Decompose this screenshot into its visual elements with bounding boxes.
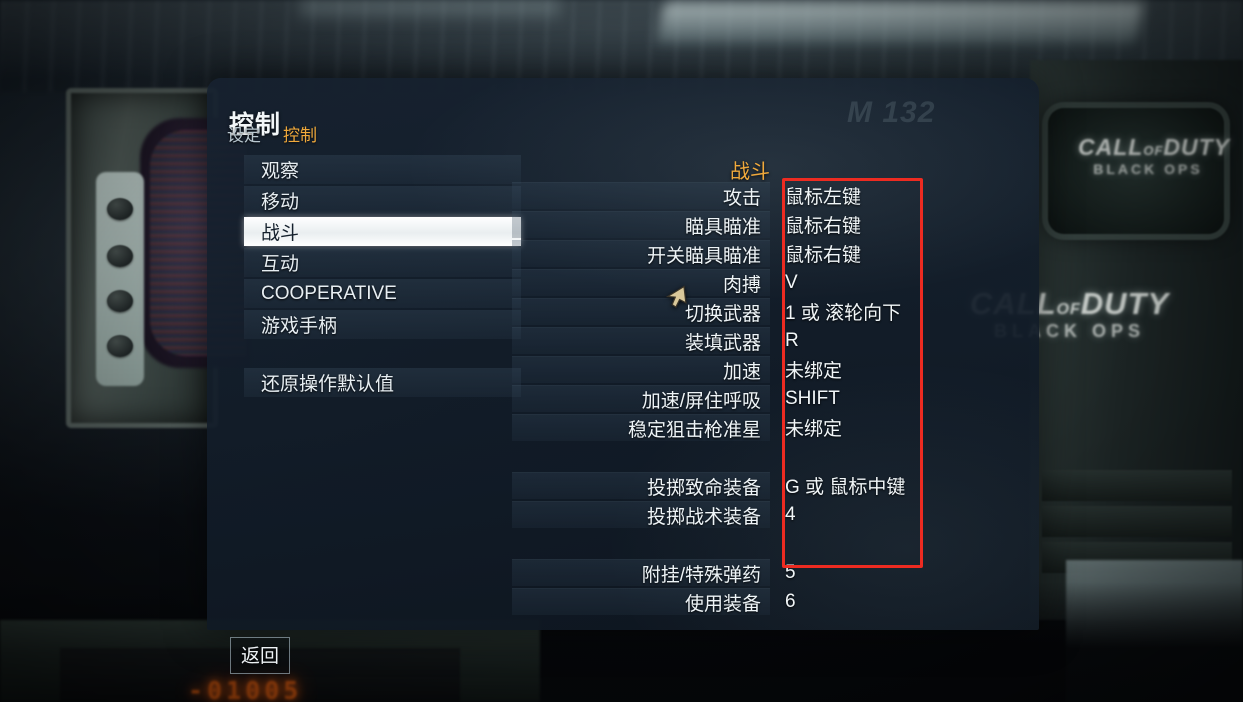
controls-menu-panel: M 132 控制 设定 控制 观察 移动 战斗 互动 COOPERATIVE 游… [207, 78, 1039, 630]
table-row[interactable]: 加速/屏住呼吸 [512, 385, 770, 412]
back-button[interactable]: 返回 [230, 637, 291, 674]
tab-bar: 设定 控制 [221, 120, 323, 147]
panel-ghost-tv-label: M 132 [847, 96, 936, 129]
cod-logo-top: CALLOFDUTY BLACK OPS [1078, 134, 1229, 177]
sidebar-item-gamepad[interactable]: 游戏手柄 [244, 310, 521, 339]
table-row[interactable]: 攻击 [512, 182, 770, 209]
key-binding-value[interactable]: 鼠标右键 [785, 211, 925, 238]
row-spacer [512, 443, 770, 470]
row-spacer [512, 530, 770, 557]
category-list: 观察 移动 战斗 互动 COOPERATIVE 游戏手柄 还原操作默认值 [244, 155, 521, 399]
tab-settings[interactable]: 设定 [221, 120, 267, 147]
sidebar-item-movement[interactable]: 移动 [244, 186, 521, 215]
table-row[interactable]: 开关瞄具瞄准 [512, 240, 770, 267]
table-row[interactable]: 稳定狙击枪准星 [512, 414, 770, 441]
key-binding-value[interactable]: 4 [785, 501, 925, 528]
key-binding-value[interactable]: R [785, 327, 925, 354]
table-row[interactable]: 投掷致命装备 [512, 472, 770, 499]
key-binding-value[interactable]: SHIFT [785, 385, 925, 412]
key-spacer [785, 443, 925, 470]
key-binding-value[interactable]: 5 [785, 559, 925, 586]
bindings-section-header: 战斗 [730, 161, 770, 183]
ceiling-light-secondary [300, 0, 560, 22]
cod-logo-top-call: CALL [1078, 134, 1144, 160]
sidebar-item-cooperative[interactable]: COOPERATIVE [244, 279, 521, 308]
sidebar-item-look[interactable]: 观察 [244, 155, 521, 184]
knob-1 [107, 198, 133, 220]
nixie-readout: -01005 [188, 676, 303, 702]
knob-4 [107, 335, 133, 357]
knob-2 [107, 245, 133, 267]
table-row[interactable]: 加速 [512, 356, 770, 383]
table-row[interactable]: 肉搏 [512, 269, 770, 296]
table-row[interactable]: 瞄具瞄准 [512, 211, 770, 238]
key-spacer [785, 530, 925, 557]
cod-logo-top-subtitle: BLACK OPS [1093, 161, 1203, 177]
reset-defaults-button[interactable]: 还原操作默认值 [244, 368, 521, 397]
key-binding-value[interactable]: 6 [785, 588, 925, 615]
key-binding-value[interactable]: 鼠标右键 [785, 240, 925, 267]
rack-slot-1 [1042, 470, 1232, 501]
ceiling-light [656, 2, 1144, 44]
cod-logo-top-duty: DUTY [1163, 134, 1231, 160]
tab-controls[interactable]: 控制 [277, 120, 323, 147]
knob-3 [107, 290, 133, 312]
table-row[interactable]: 投掷战术装备 [512, 501, 770, 528]
table-row[interactable]: 使用装备 [512, 588, 770, 615]
table-row[interactable]: 附挂/特殊弹药 [512, 559, 770, 586]
cod-logo-mid-of: OF [1056, 301, 1081, 318]
key-binding-value[interactable]: V [785, 269, 925, 296]
cod-logo-top-of: OF [1143, 143, 1164, 158]
key-binding-value[interactable]: 未绑定 [785, 414, 925, 441]
key-binding-value[interactable]: 1 或 滚轮向下 [785, 298, 925, 325]
action-column: 攻击 瞄具瞄准 开关瞄具瞄准 肉搏 切换武器 装填武器 加速 加速/屏住呼吸 稳… [512, 182, 770, 617]
sidebar-item-combat[interactable]: 战斗 [244, 217, 521, 246]
table-row[interactable]: 切换武器 [512, 298, 770, 325]
key-binding-value[interactable]: G 或 鼠标中键 [785, 472, 925, 499]
table-row[interactable]: 装填武器 [512, 327, 770, 354]
key-binding-value[interactable]: 鼠标左键 [785, 182, 925, 209]
cod-logo-mid-duty: DUTY [1080, 286, 1170, 321]
key-binding-value[interactable]: 未绑定 [785, 356, 925, 383]
game-screenshot: CALLOFDUTY BLACK OPS CALLOFDUTY BLACK OP… [0, 0, 1243, 702]
rack-slot-2 [1042, 506, 1232, 537]
key-column: 鼠标左键 鼠标右键 鼠标右键 V 1 或 滚轮向下 R 未绑定 SHIFT 未绑… [785, 182, 925, 617]
sidebar-item-interaction[interactable]: 互动 [244, 248, 521, 277]
